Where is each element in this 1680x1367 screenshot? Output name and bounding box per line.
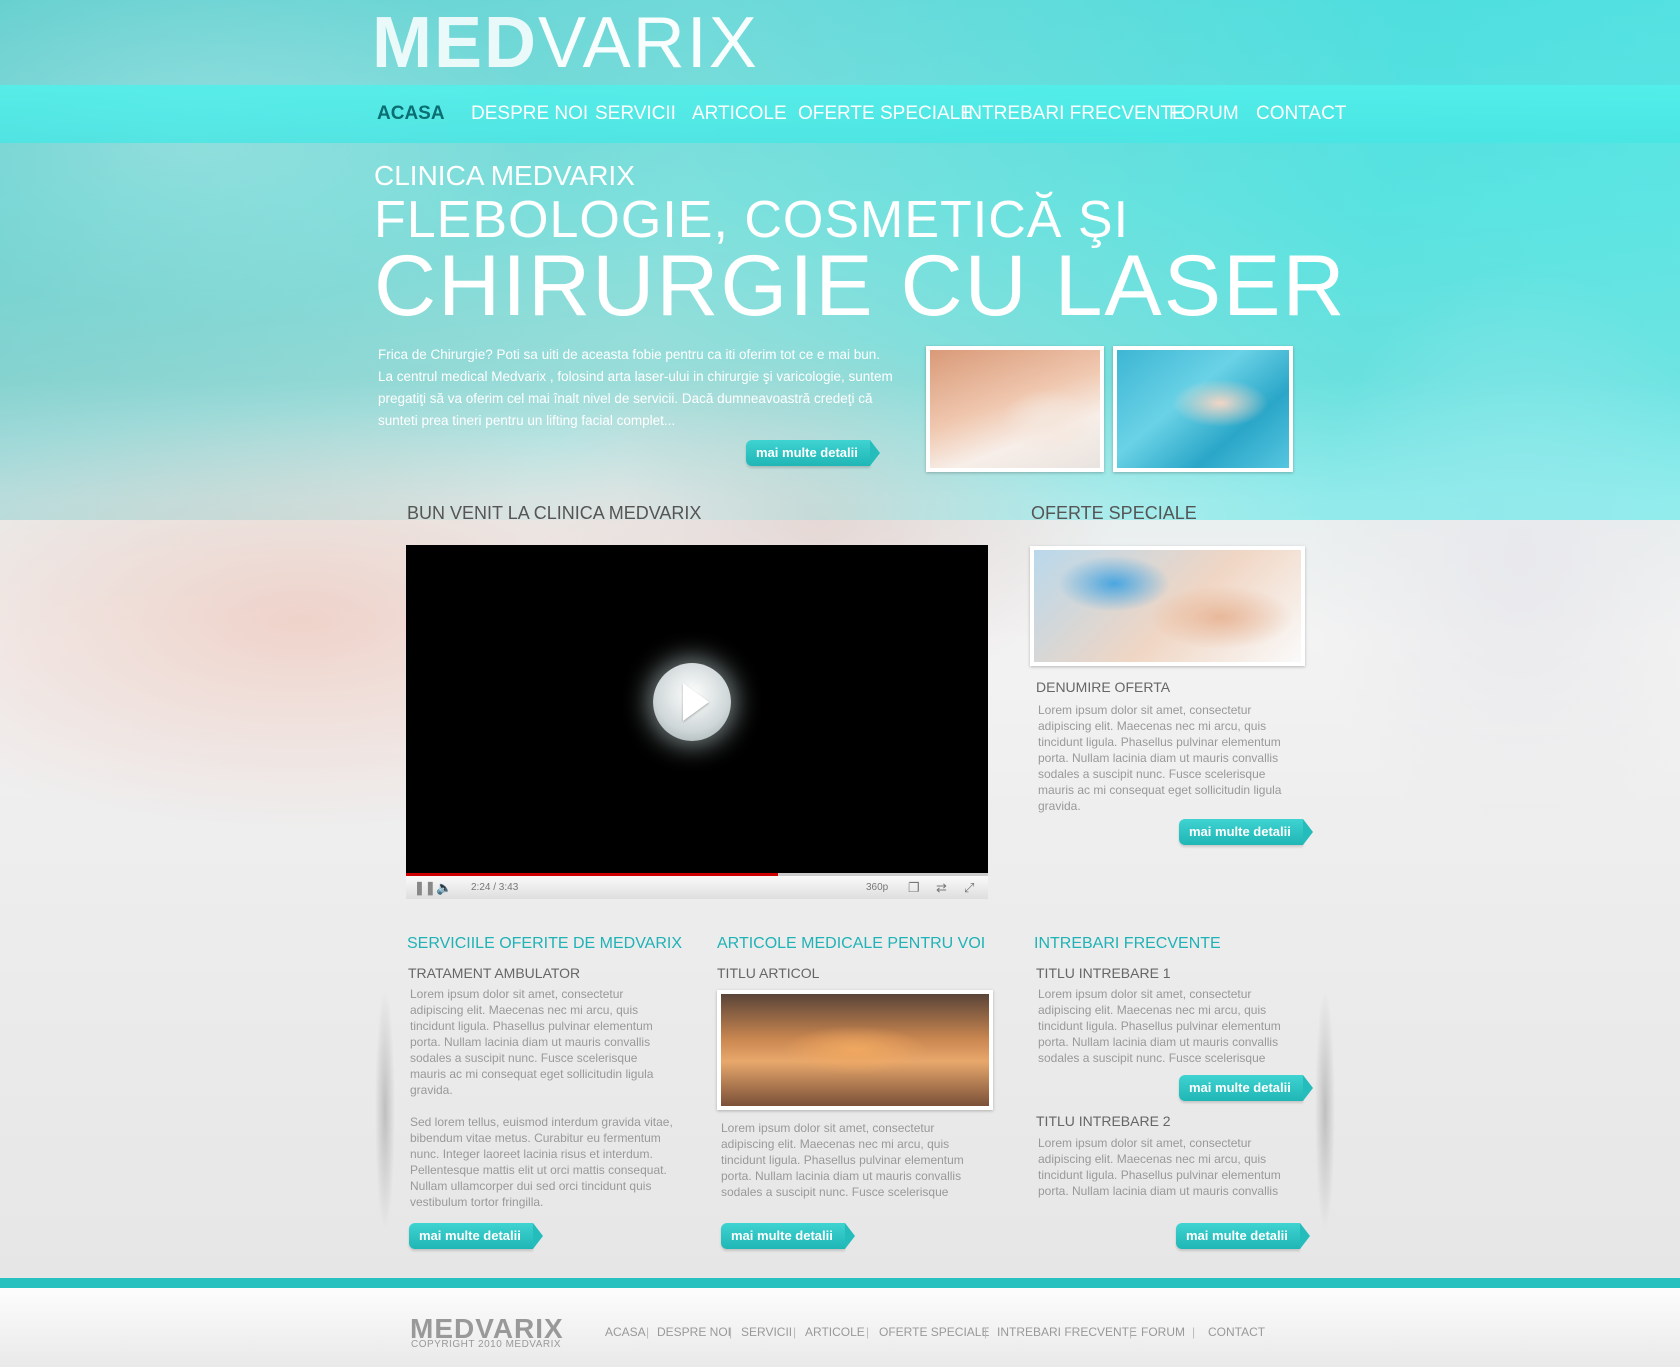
pause-icon[interactable]: ❚❚ (414, 878, 436, 898)
nav-item-intrebari-frecvente[interactable]: INTREBARI FRECVENTE (963, 85, 1185, 143)
article-more-details-button[interactable]: mai multe detalii (721, 1223, 855, 1249)
offer-photo (1034, 550, 1301, 662)
article-text: Lorem ipsum dolor sit amet, consectetur … (721, 1121, 964, 1199)
hero-image-surgery[interactable] (926, 346, 1104, 472)
fullscreen-icon[interactable]: ⤢ (964, 878, 974, 898)
footer-separator: | (866, 1325, 870, 1339)
faq-question-2-more-details-button[interactable]: mai multe detalii (1176, 1223, 1310, 1249)
footer-separator: | (984, 1325, 988, 1339)
main-navigation: ACASA DESPRE NOI SERVICII ARTICOLE OFERT… (0, 85, 1680, 143)
faq-question-1-title: TITLU INTREBARE 1 (1036, 965, 1171, 981)
nav-item-forum[interactable]: FORUM (1169, 85, 1239, 143)
logo-light: VARIX (538, 3, 759, 83)
logo-bold: MED (372, 3, 538, 83)
faq-title: INTREBARI FRECVENTE (1034, 935, 1221, 952)
services-text-2: Sed lorem tellus, euismod interdum gravi… (410, 1115, 673, 1209)
hero-more-details-button[interactable]: mai multe detalii (746, 440, 880, 466)
footer-link-servicii[interactable]: SERVICII (741, 1325, 792, 1339)
video-time: 2:24 / 3:43 (471, 882, 519, 893)
hero-image-legs[interactable] (1113, 346, 1293, 472)
nav-item-contact[interactable]: CONTACT (1256, 85, 1346, 143)
offer-image[interactable] (1030, 546, 1305, 666)
play-button-icon[interactable] (653, 663, 731, 741)
nav-item-acasa[interactable]: ACASA (377, 85, 445, 143)
content-shadow-right (1315, 990, 1335, 1230)
footer-separator: | (793, 1325, 797, 1339)
footer-copyright: COPYRIGHT 2010 MEDVARIX (411, 1339, 562, 1350)
services-item-title: TRATAMENT AMBULATOR (408, 965, 581, 981)
footer-separator: | (729, 1325, 733, 1339)
footer-link-forum[interactable]: FORUM (1141, 1325, 1185, 1339)
surgery-photo (930, 350, 1100, 468)
faq-question-1-more-details-button[interactable]: mai multe detalii (1179, 1075, 1313, 1101)
size-toggle-icon[interactable]: ⇄ (936, 878, 947, 898)
faq-question-2-title: TITLU INTREBARE 2 (1036, 1113, 1171, 1129)
offer-item-title: DENUMIRE OFERTA (1036, 679, 1171, 695)
footer-link-acasa[interactable]: ACASA (605, 1325, 646, 1339)
nav-item-oferte-speciale[interactable]: OFERTE SPECIALE (798, 85, 973, 143)
services-text-1: Lorem ipsum dolor sit amet, consectetur … (410, 987, 654, 1097)
footer-separator: | (1129, 1325, 1133, 1339)
articles-title: ARTICOLE MEDICALE PENTRU VOI (717, 935, 986, 952)
hero-title-line2: CHIRURGIE CU LASER (374, 238, 1347, 334)
offer-text: Lorem ipsum dolor sit amet, consectetur … (1038, 703, 1282, 813)
welcome-title: BUN VENIT LA CLINICA MEDVARIX (407, 503, 702, 523)
volume-icon[interactable]: 🔈 (436, 878, 452, 898)
article-item-title: TITLU ARTICOL (717, 965, 820, 981)
quality-selector[interactable]: 360p (866, 878, 888, 898)
footer-link-despre-noi[interactable]: DESPRE NOI (657, 1325, 731, 1339)
faq-question-2-text: Lorem ipsum dolor sit amet, consectetur … (1038, 1136, 1281, 1198)
footer-separator: | (646, 1325, 650, 1339)
content-shadow-left (375, 990, 395, 1230)
footer-link-oferte-speciale[interactable]: OFERTE SPECIALE (879, 1325, 989, 1339)
offers-title: OFERTE SPECIALE (1031, 503, 1197, 523)
footer-separator: | (1192, 1325, 1196, 1339)
footer-link-articole[interactable]: ARTICOLE (805, 1325, 865, 1339)
video-controls: ❚❚ 🔈 2:24 / 3:43 360p ❐ ⇄ ⤢ (406, 873, 988, 899)
services-more-details-button[interactable]: mai multe detalii (409, 1223, 543, 1249)
article-photo (721, 994, 989, 1106)
footer-link-intrebari-frecvente[interactable]: INTREBARI FRECVENTE (997, 1325, 1137, 1339)
footer-accent-bar (0, 1278, 1680, 1288)
nav-item-articole[interactable]: ARTICOLE (692, 85, 787, 143)
hero-intro-text: Frica de Chirurgie? Poti sa uiti de acea… (378, 347, 893, 428)
site-logo[interactable]: MEDVARIX (372, 7, 759, 79)
faq-question-1-text: Lorem ipsum dolor sit amet, consectetur … (1038, 987, 1281, 1065)
nav-item-despre-noi[interactable]: DESPRE NOI (471, 85, 588, 143)
services-title: SERVICIILE OFERITE DE MEDVARIX (407, 935, 683, 952)
nav-item-servicii[interactable]: SERVICII (595, 85, 676, 143)
offer-more-details-button[interactable]: mai multe detalii (1179, 819, 1313, 845)
hero-subtitle: CLINICA MEDVARIX (374, 160, 635, 191)
article-image[interactable] (717, 990, 993, 1110)
video-progress-bar[interactable] (778, 873, 988, 876)
popout-icon[interactable]: ❐ (908, 878, 920, 898)
video-player[interactable]: ❚❚ 🔈 2:24 / 3:43 360p ❐ ⇄ ⤢ (406, 545, 988, 899)
footer-link-contact[interactable]: CONTACT (1208, 1325, 1265, 1339)
legs-photo (1117, 350, 1289, 468)
